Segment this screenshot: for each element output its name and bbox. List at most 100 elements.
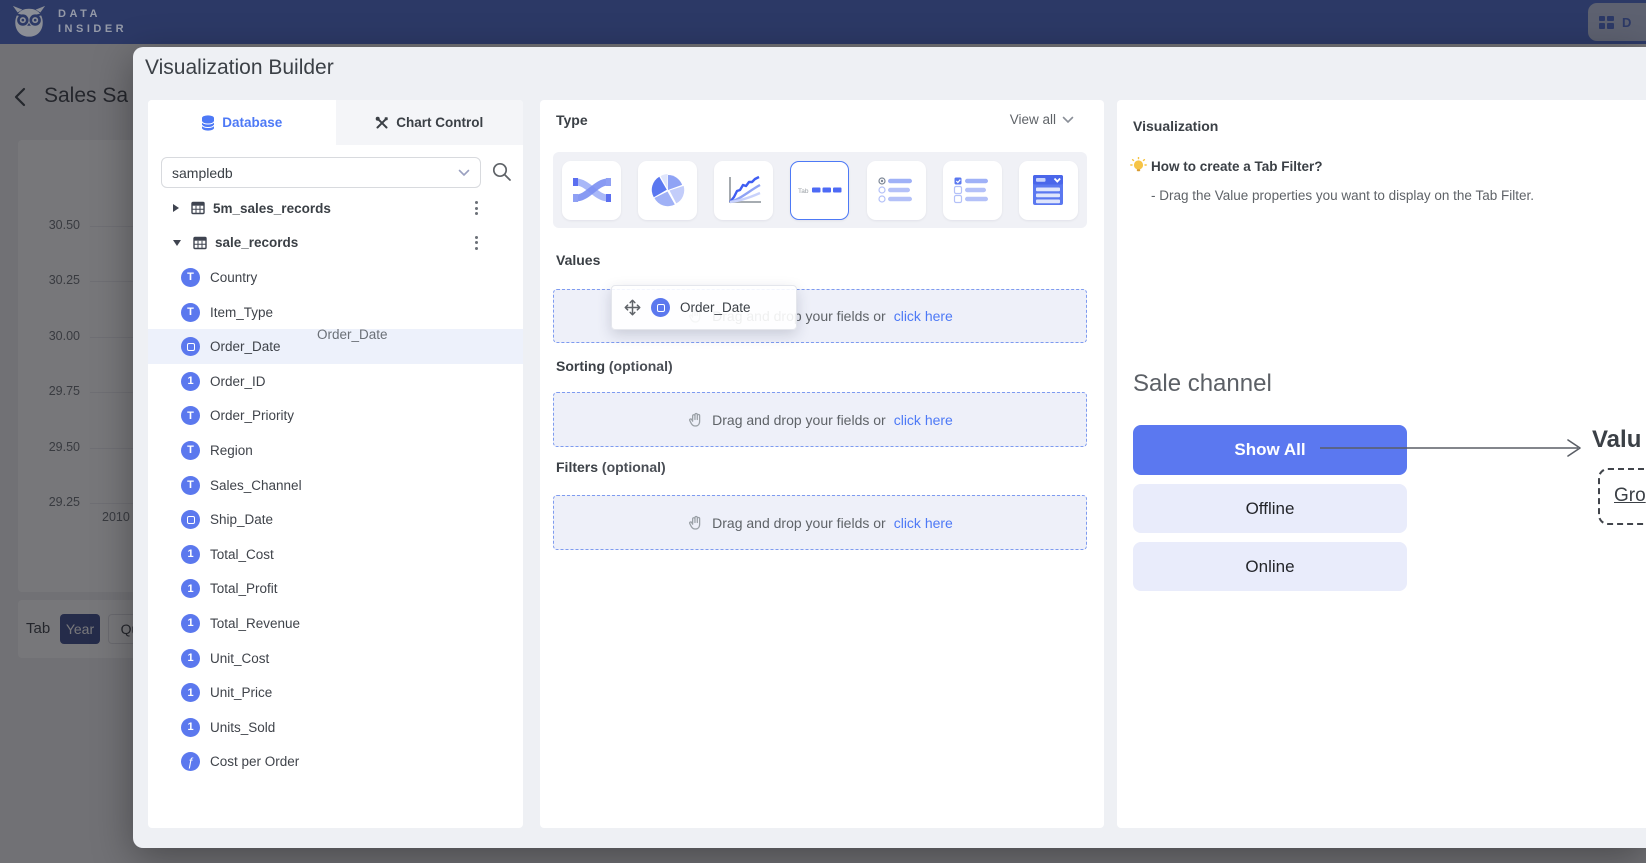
builder-panel: Type View all Tab Values Drag and drop y… xyxy=(540,100,1104,828)
values-section-label: Values xyxy=(556,252,600,268)
tree-field-sales-channel[interactable]: T Sales_Channel xyxy=(148,468,523,503)
field-name: Unit_Price xyxy=(210,685,272,700)
date-field-icon xyxy=(651,298,670,317)
tree-field-unit-cost[interactable]: 1 Unit_Cost xyxy=(148,641,523,676)
field-name: Total_Profit xyxy=(210,581,278,596)
field-name: Total_Cost xyxy=(210,547,274,562)
text-field-icon: T xyxy=(181,268,200,287)
move-arrows-icon xyxy=(624,299,641,316)
tree-field-units-sold[interactable]: 1 Units_Sold xyxy=(148,710,523,745)
dropzone-click-here-link[interactable]: click here xyxy=(894,308,953,324)
text-field-icon: T xyxy=(181,476,200,495)
dashboard-grid-icon xyxy=(1598,14,1615,31)
caret-down-icon[interactable] xyxy=(173,240,181,246)
annotation-group-box: Gro xyxy=(1598,468,1646,525)
tab-chart-control-label: Chart Control xyxy=(396,115,483,130)
visualization-builder-modal: Visualization Builder Database xyxy=(133,47,1646,848)
tree-field-cost-per-order[interactable]: ƒCost per Order xyxy=(148,745,523,780)
chart-type-tab-filter-selected[interactable]: Tab xyxy=(790,161,849,220)
date-field-icon xyxy=(181,337,200,356)
tree-field-order-priority[interactable]: TOrder_Priority xyxy=(148,399,523,434)
chart-type-line[interactable] xyxy=(714,161,773,220)
magnifier-icon xyxy=(491,161,512,182)
field-name: Country xyxy=(210,270,257,285)
field-name: Unit_Cost xyxy=(210,651,269,666)
kebab-menu-icon[interactable] xyxy=(471,232,482,254)
field-name: Total_Revenue xyxy=(210,616,300,631)
lightbulb-icon xyxy=(1130,157,1147,176)
view-all-button[interactable]: View all xyxy=(1010,112,1074,127)
modal-title: Visualization Builder xyxy=(145,56,334,80)
chevron-down-icon xyxy=(1062,116,1074,124)
tree-field-order-id[interactable]: 1 Order_ID xyxy=(148,364,523,399)
database-select[interactable]: sampledb xyxy=(161,157,481,188)
tree-table-sale-records[interactable]: sale_records xyxy=(148,226,523,261)
tree-field-item-type[interactable]: TItem_Type xyxy=(148,295,523,330)
drag-ghost-label: Order_Date xyxy=(680,300,751,315)
number-field-icon: 1 xyxy=(181,372,200,391)
text-field-icon: T xyxy=(181,303,200,322)
database-panel: Database Chart Control sampledb xyxy=(148,100,523,828)
database-icon xyxy=(201,115,215,131)
tree-field-region[interactable]: T Region xyxy=(148,433,523,468)
sorting-section-label: Sorting (optional) xyxy=(556,358,673,374)
svg-text:Tab: Tab xyxy=(798,188,809,195)
tree-field-ship-date[interactable]: Ship_Date xyxy=(148,502,523,537)
chart-type-row: Tab xyxy=(553,152,1087,228)
chart-type-dropdown-filter[interactable] xyxy=(1019,161,1078,220)
tab-database[interactable]: Database xyxy=(148,100,336,145)
field-name: Units_Sold xyxy=(210,720,275,735)
tab-database-label: Database xyxy=(222,115,282,130)
field-name: Region xyxy=(210,443,253,458)
panel-tabs: Database Chart Control xyxy=(148,100,523,145)
dropzone-click-here-link[interactable]: click here xyxy=(894,412,953,428)
number-field-icon: 1 xyxy=(181,718,200,737)
preview-option-online[interactable]: Online xyxy=(1133,542,1407,591)
preview-title: Sale channel xyxy=(1133,370,1272,398)
field-name: Order_Priority xyxy=(210,408,294,423)
function-field-icon: ƒ xyxy=(181,752,200,771)
number-field-icon: 1 xyxy=(181,545,200,564)
visualization-header: Visualization xyxy=(1133,118,1218,134)
tree-field-unit-price[interactable]: 1 Unit_Price xyxy=(148,675,523,710)
kebab-menu-icon[interactable] xyxy=(471,197,482,219)
field-name: Order_Date xyxy=(210,339,281,354)
tab-chart-control[interactable]: Chart Control xyxy=(336,100,524,145)
tree-table-5m-sales-records[interactable]: 5m_sales_records xyxy=(148,191,523,226)
search-button[interactable] xyxy=(489,161,513,185)
view-all-label: View all xyxy=(1010,112,1056,127)
number-field-icon: 1 xyxy=(181,649,200,668)
dropzone-click-here-link[interactable]: click here xyxy=(894,515,953,531)
filters-dropzone[interactable]: Drag and drop your fields or click here xyxy=(553,495,1087,550)
annotation-group-label: Gro xyxy=(1614,485,1646,507)
table-icon xyxy=(191,201,205,215)
tree-field-total-profit[interactable]: 1Total_Profit xyxy=(148,572,523,607)
dashboard-button[interactable]: D xyxy=(1588,3,1646,41)
number-field-icon: 1 xyxy=(181,683,200,702)
tree-field-total-revenue[interactable]: 1Total_Revenue xyxy=(148,606,523,641)
topbar: DATA INSIDER D xyxy=(0,0,1646,44)
chart-type-sankey[interactable] xyxy=(562,161,621,220)
chart-type-radio-filter[interactable] xyxy=(867,161,926,220)
tree-field-country[interactable]: T Country xyxy=(148,260,523,295)
type-section-label: Type xyxy=(556,112,588,128)
tip-body: - Drag the Value properties you want to … xyxy=(1151,188,1534,203)
caret-right-icon[interactable] xyxy=(173,204,179,212)
text-field-icon: T xyxy=(181,441,200,460)
tree-field-total-cost[interactable]: 1 Total_Cost xyxy=(148,537,523,572)
preview-option-offline[interactable]: Offline xyxy=(1133,484,1407,533)
table-name: sale_records xyxy=(215,235,298,250)
drag-source-label: Order_Date xyxy=(317,327,388,342)
visualization-panel: Visualization How to create a Tab Filter… xyxy=(1117,100,1646,828)
chart-type-checkbox-filter[interactable] xyxy=(943,161,1002,220)
chart-type-pie[interactable] xyxy=(638,161,697,220)
grab-hand-icon xyxy=(687,411,704,429)
chevron-down-icon xyxy=(458,169,470,177)
field-name: Ship_Date xyxy=(210,512,273,527)
field-name: Sales_Channel xyxy=(210,478,302,493)
dashboard-button-label: D xyxy=(1622,15,1631,30)
sorting-dropzone[interactable]: Drag and drop your fields or click here xyxy=(553,392,1087,447)
brand-logo-text: DATA INSIDER xyxy=(58,7,127,37)
grab-hand-icon xyxy=(687,514,704,532)
field-name: Order_ID xyxy=(210,374,266,389)
